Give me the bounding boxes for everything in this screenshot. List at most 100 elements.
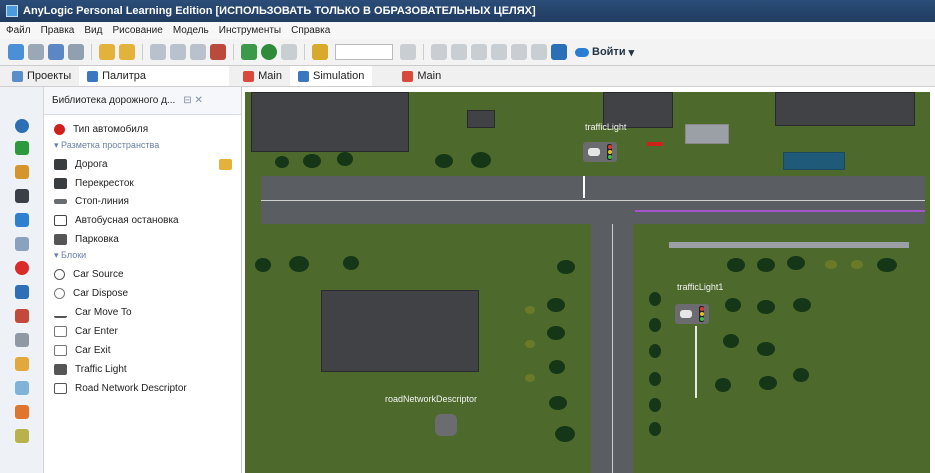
copy-icon[interactable] xyxy=(170,44,186,60)
experiment-icon xyxy=(297,70,309,82)
palette-item-bus-stop[interactable]: Автобусная остановка xyxy=(54,212,179,228)
fluid-library-icon[interactable] xyxy=(15,213,29,227)
chevron-down-icon: ▾ xyxy=(628,46,635,59)
palette-item-car-move-to[interactable]: Car Move To xyxy=(54,304,132,320)
menu-view[interactable]: Вид xyxy=(84,25,102,36)
tree xyxy=(555,426,575,442)
section-blocks-label: Блоки xyxy=(61,250,87,260)
redo-icon[interactable] xyxy=(119,44,135,60)
zoom-select[interactable] xyxy=(335,44,393,60)
tab-simulation[interactable]: Simulation xyxy=(289,66,373,86)
toolbar-separator xyxy=(233,44,234,60)
agent-library-icon[interactable] xyxy=(15,237,29,251)
section-space-markup[interactable]: ▾ Разметка пространства xyxy=(54,140,159,151)
save-icon[interactable] xyxy=(48,44,64,60)
back-icon[interactable] xyxy=(511,44,527,60)
run-icon[interactable] xyxy=(261,44,277,60)
palette-item-car-dispose[interactable]: Car Dispose xyxy=(54,285,128,301)
traffic-light-1-object[interactable] xyxy=(675,304,709,324)
pedestrian-library-icon[interactable] xyxy=(15,141,29,155)
palette-item-road-network-descriptor[interactable]: Road Network Descriptor xyxy=(54,380,187,396)
building[interactable] xyxy=(467,110,495,128)
road-traffic-palette: Библиотека дорожного д... ⊟ ✕ Тип автомо… xyxy=(44,87,242,473)
order-icon[interactable] xyxy=(471,44,487,60)
presentation-icon[interactable] xyxy=(15,309,29,323)
section-blocks[interactable]: ▾ Блоки xyxy=(54,250,86,261)
tab-projects-label: Проекты xyxy=(27,70,72,82)
analysis-icon[interactable] xyxy=(15,285,29,299)
calendar-icon[interactable] xyxy=(551,44,567,60)
window-title: AnyLogic Personal Learning Edition [ИСПО… xyxy=(23,5,536,17)
building[interactable] xyxy=(775,92,915,126)
palette-item-car-source[interactable]: Car Source xyxy=(54,266,124,282)
library-icon-bar xyxy=(0,87,44,473)
zoom-options-icon[interactable] xyxy=(400,44,416,60)
menu-model[interactable]: Модель xyxy=(173,25,209,36)
road-traffic-library-icon[interactable] xyxy=(15,189,29,203)
process-library-icon[interactable] xyxy=(15,119,29,133)
palette-item-car-exit[interactable]: Car Exit xyxy=(54,342,111,358)
car-source-label: Car Source xyxy=(73,268,124,280)
shrub xyxy=(525,374,535,382)
new-model-icon[interactable] xyxy=(8,44,24,60)
parking-icon xyxy=(54,233,67,245)
forward-icon[interactable] xyxy=(531,44,547,60)
menu-file[interactable]: Файл xyxy=(6,25,31,36)
paste-icon[interactable] xyxy=(190,44,206,60)
vehicle-type-icon xyxy=(54,123,65,135)
3d-objects-icon[interactable] xyxy=(15,405,29,419)
save-all-icon[interactable] xyxy=(68,44,84,60)
link-icon[interactable] xyxy=(312,44,328,60)
palette-item-car-enter[interactable]: Car Enter xyxy=(54,323,118,339)
water-pool[interactable] xyxy=(783,152,845,170)
traffic-light-object[interactable] xyxy=(583,142,617,162)
tree xyxy=(757,342,775,356)
menu-tools[interactable]: Инструменты xyxy=(219,25,281,36)
misc-library-icon[interactable] xyxy=(15,429,29,443)
agent-type-icon xyxy=(402,70,414,82)
parking-row[interactable] xyxy=(669,242,909,248)
tab-projects[interactable]: Проекты xyxy=(0,66,79,86)
palette-item-parking[interactable]: Парковка xyxy=(54,231,119,247)
road-network-descriptor-label: Road Network Descriptor xyxy=(75,382,187,394)
parking-lot[interactable] xyxy=(685,124,729,144)
menu-help[interactable]: Справка xyxy=(291,25,330,36)
stop-icon[interactable] xyxy=(281,44,297,60)
menu-edit[interactable]: Правка xyxy=(41,25,75,36)
pictures-icon[interactable] xyxy=(15,381,29,395)
menu-draw[interactable]: Рисование xyxy=(112,25,162,36)
rail-library-icon[interactable] xyxy=(15,165,29,179)
tree xyxy=(723,334,739,348)
palette-item-traffic-light[interactable]: Traffic Light xyxy=(54,361,127,377)
projects-icon xyxy=(12,70,23,82)
tree xyxy=(343,256,359,270)
system-dynamics-icon[interactable] xyxy=(15,261,29,275)
connectivity-icon[interactable] xyxy=(15,357,29,371)
tree xyxy=(757,258,775,272)
palette-item-road[interactable]: Дорога xyxy=(54,156,232,172)
undo-icon[interactable] xyxy=(99,44,115,60)
build-icon[interactable] xyxy=(241,44,257,60)
tab-palette[interactable]: Палитра xyxy=(79,66,230,86)
pencil-icon[interactable] xyxy=(219,158,232,170)
controls-icon[interactable] xyxy=(15,333,29,347)
palette-item-intersection[interactable]: Перекресток xyxy=(54,175,134,191)
tab-main-2[interactable]: Main xyxy=(372,66,449,86)
model-canvas[interactable]: trafficLight trafficLight1 roadNetworkDe… xyxy=(245,92,930,473)
delete-icon[interactable] xyxy=(210,44,226,60)
tab-main[interactable]: Main xyxy=(229,66,290,86)
palette-item-vehicle-type[interactable]: Тип автомобиля xyxy=(54,121,148,137)
road-network-descriptor-object[interactable] xyxy=(435,414,457,436)
cloud-icon xyxy=(575,47,589,57)
tabs-row: Проекты Палитра Main Simulation Main xyxy=(0,66,935,87)
minimize-icon[interactable]: ⊟ ✕ xyxy=(183,95,203,106)
login-button[interactable]: Войти ▾ xyxy=(575,46,634,59)
building[interactable] xyxy=(321,290,479,372)
building[interactable] xyxy=(251,92,409,152)
open-icon[interactable] xyxy=(28,44,44,60)
align-icon[interactable] xyxy=(431,44,447,60)
group-icon[interactable] xyxy=(451,44,467,60)
cut-icon[interactable] xyxy=(150,44,166,60)
grid-icon[interactable] xyxy=(491,44,507,60)
palette-item-stop-line[interactable]: Стоп-линия xyxy=(54,193,129,209)
